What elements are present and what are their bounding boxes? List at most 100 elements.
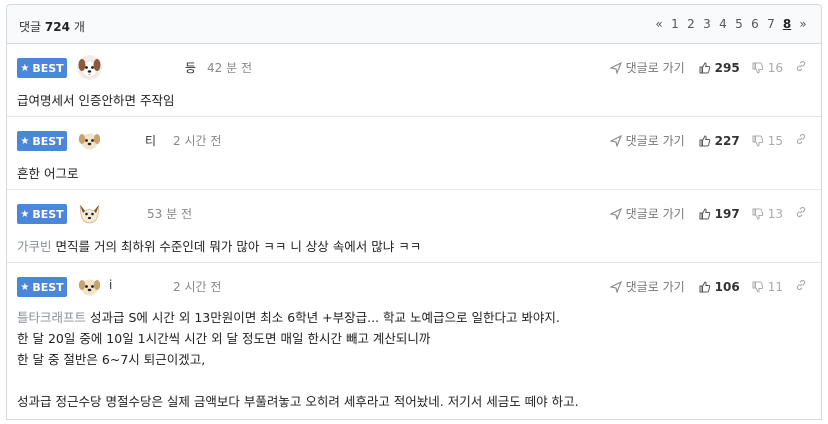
- reply-target-tag[interactable]: 가쿠빈: [17, 239, 52, 254]
- reply-label: 댓글로 가기: [625, 207, 685, 221]
- best-badge: ★ BEST: [17, 277, 67, 297]
- link-icon[interactable]: [795, 206, 807, 221]
- link-icon[interactable]: [795, 133, 807, 148]
- like-count: 106: [714, 279, 740, 294]
- pager-page-6[interactable]: 6: [747, 17, 763, 31]
- comment-text: 급여명세서 인증안하면 주작임: [17, 90, 807, 111]
- star-icon: ★: [20, 281, 30, 293]
- like-button[interactable]: 197: [699, 207, 740, 221]
- reply-label: 댓글로 가기: [625, 280, 685, 294]
- thumbs-down-icon: [752, 62, 764, 74]
- link-icon[interactable]: [795, 279, 807, 294]
- comment-line: 한 달 중 절반은 6~7시 퇴근이겠고,: [17, 352, 206, 367]
- dislike-button[interactable]: 15: [752, 134, 783, 148]
- comment-time: 2 시간 전: [173, 134, 222, 148]
- comment-text: 틀타크래프트 성과급 S에 시간 외 13만원이면 최소 6학년 +부장급... …: [17, 307, 807, 412]
- nickname-redaction: [107, 57, 187, 75]
- pager-page-7[interactable]: 7: [763, 17, 779, 31]
- avatar[interactable]: [77, 128, 102, 153]
- best-badge-label: BEST: [32, 280, 64, 294]
- comment-time: 42 분 전: [207, 61, 252, 75]
- best-badge-label: BEST: [32, 134, 64, 148]
- comment-text: 흔한 어그로: [17, 163, 807, 184]
- thumbs-up-icon: [699, 207, 711, 220]
- comment-body: 흔한 어그로: [17, 166, 79, 181]
- dislike-count: 15: [767, 133, 783, 148]
- pagination: « 1 2 3 4 5 6 7 8 »: [651, 17, 811, 31]
- comment-actions: 댓글로 가기 295 16: [609, 59, 807, 76]
- comments-widget: 댓글 7 2 4 개 « 1 2 3 4 5 6 7 8 » ★ BEST 등 42…: [6, 4, 822, 420]
- nickname[interactable]: 등: [185, 59, 196, 76]
- pager-last[interactable]: »: [795, 17, 811, 31]
- reply-label: 댓글로 가기: [625, 134, 685, 148]
- best-badge: ★ BEST: [17, 131, 67, 151]
- nickname[interactable]: i: [109, 278, 112, 292]
- thumbs-up-icon: [699, 134, 711, 147]
- comment-text: 가쿠빈 면직를 거의 최하위 수준인데 뭐가 많아 ㅋㅋ 니 상상 속에서 많냐 …: [17, 236, 807, 257]
- pager-page-5[interactable]: 5: [731, 17, 747, 31]
- link-icon[interactable]: [795, 60, 807, 75]
- nickname-redaction: [107, 130, 145, 148]
- comment-item: ★ BEST 53 분 전 댓글로 가기 197 13 가쿠빈 면직를 거의 최…: [7, 190, 821, 263]
- thumbs-up-icon: [699, 61, 711, 74]
- comment-time: 2 시간 전: [173, 280, 222, 294]
- dislike-button[interactable]: 13: [752, 207, 783, 221]
- thumbs-up-icon: [699, 280, 711, 293]
- dislike-count: 13: [767, 206, 783, 221]
- nickname-redaction: [117, 276, 159, 294]
- reply-link[interactable]: 댓글로 가기: [609, 132, 685, 149]
- comment-line: 한 달 20일 중에 10일 1시간씩 시간 외 달 정도면 매일 한시간 빼고…: [17, 331, 431, 346]
- like-button[interactable]: 227: [699, 134, 740, 148]
- reply-link[interactable]: 댓글로 가기: [609, 59, 685, 76]
- comments-header: 댓글 7 2 4 개 « 1 2 3 4 5 6 7 8 »: [6, 4, 822, 44]
- like-count: 295: [714, 60, 740, 75]
- dislike-button[interactable]: 16: [752, 61, 783, 75]
- like-button[interactable]: 295: [699, 61, 740, 75]
- pager-page-4[interactable]: 4: [715, 17, 731, 31]
- star-icon: ★: [20, 62, 30, 74]
- send-arrow-icon: [609, 134, 622, 147]
- best-badge: ★ BEST: [17, 204, 67, 224]
- comment-item: ★ BEST 등 42 분 전 댓글로 가기 295 16 급여명세서 인증안하…: [7, 44, 821, 117]
- send-arrow-icon: [609, 207, 622, 220]
- pager-first[interactable]: «: [651, 17, 667, 31]
- nickname-redaction: [107, 203, 137, 221]
- reply-label: 댓글로 가기: [625, 61, 685, 75]
- avatar[interactable]: [77, 55, 102, 80]
- comment-list: ★ BEST 등 42 분 전 댓글로 가기 295 16 급여명세서 인증안하…: [6, 44, 822, 420]
- avatar[interactable]: [77, 201, 102, 226]
- comment-line-blank: [17, 370, 807, 391]
- reply-target-tag[interactable]: 틀타크래프트: [17, 310, 86, 325]
- dislike-button[interactable]: 11: [752, 280, 783, 294]
- comment-time: 53 분 전: [147, 207, 192, 221]
- pager-page-2[interactable]: 2: [683, 17, 699, 31]
- thumbs-down-icon: [752, 135, 764, 147]
- like-button[interactable]: 106: [699, 280, 740, 294]
- dislike-count: 11: [767, 279, 783, 294]
- comment-body: 급여명세서 인증안하면 주작임: [17, 93, 175, 108]
- best-badge-label: BEST: [32, 61, 64, 75]
- reply-link[interactable]: 댓글로 가기: [609, 205, 685, 222]
- comment-item: ★ BEST i 2 시간 전 댓글로 가기 106 11 틀타크래프트 성과급…: [7, 263, 821, 420]
- comment-item: ★ BEST 티 2 시간 전 댓글로 가기 227 15 흔한 어그로: [7, 117, 821, 190]
- comment-line: 성과급 정근수당 명절수당은 실제 금액보다 부풀려놓고 오히려 세후라고 적어…: [17, 394, 579, 409]
- like-count: 197: [714, 206, 740, 221]
- star-icon: ★: [20, 208, 30, 220]
- thumbs-down-icon: [752, 281, 764, 293]
- reply-link[interactable]: 댓글로 가기: [609, 278, 685, 295]
- pager-page-current[interactable]: 8: [779, 17, 795, 31]
- nickname[interactable]: 티: [145, 132, 156, 149]
- pager-page-3[interactable]: 3: [699, 17, 715, 31]
- pager-page-1[interactable]: 1: [667, 17, 683, 31]
- star-icon: ★: [20, 135, 30, 147]
- comment-actions: 댓글로 가기 197 13: [609, 205, 807, 222]
- count-prefix: 댓글: [19, 20, 42, 34]
- best-badge-label: BEST: [32, 207, 64, 221]
- comment-body: 면직를 거의 최하위 수준인데 뭐가 많아 ㅋㅋ 니 상상 속에서 많냐 ㅋㅋ: [55, 239, 422, 254]
- comment-actions: 댓글로 가기 106 11: [609, 278, 807, 295]
- comment-actions: 댓글로 가기 227 15: [609, 132, 807, 149]
- avatar[interactable]: [77, 274, 102, 299]
- send-arrow-icon: [609, 61, 622, 74]
- like-count: 227: [714, 133, 740, 148]
- count-suffix: 개: [73, 20, 85, 34]
